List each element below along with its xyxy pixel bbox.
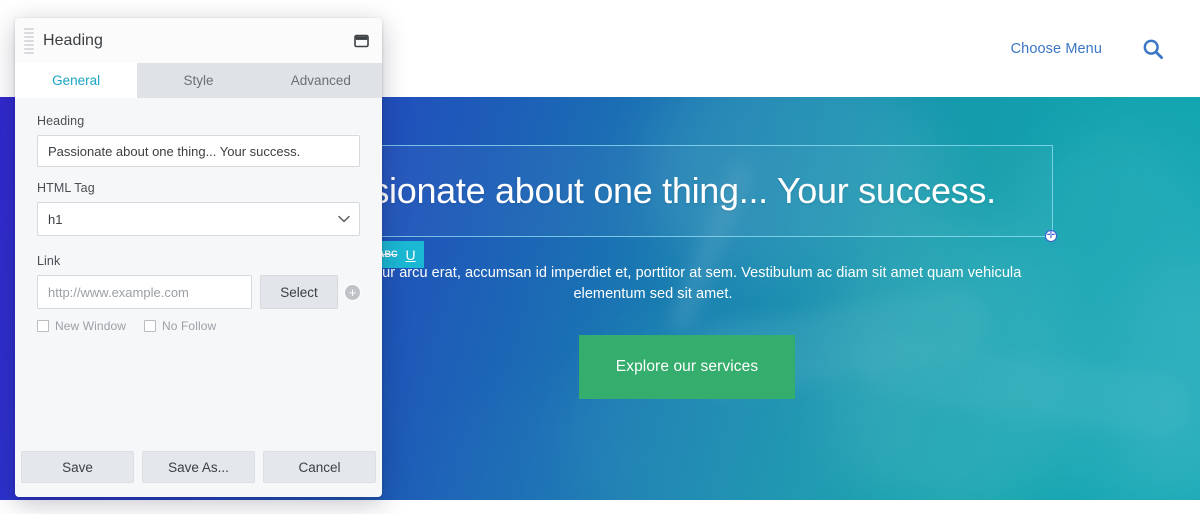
checkbox-box-icon[interactable] bbox=[144, 320, 157, 332]
drag-handle-icon[interactable] bbox=[21, 27, 37, 55]
link-add-icon[interactable]: + bbox=[345, 284, 360, 300]
heading-field-row bbox=[37, 135, 360, 167]
link-options: New Window No Follow bbox=[37, 319, 360, 333]
new-window-checkbox[interactable]: New Window bbox=[37, 319, 126, 333]
panel-footer: Save Save As... Cancel bbox=[15, 443, 382, 497]
choose-menu-link[interactable]: Choose Menu bbox=[1011, 41, 1102, 57]
checkbox-box-icon[interactable] bbox=[37, 320, 49, 332]
dock-window-icon[interactable] bbox=[352, 32, 370, 50]
search-icon[interactable] bbox=[1140, 36, 1166, 62]
save-as-button[interactable]: Save As... bbox=[142, 451, 255, 483]
no-follow-checkbox[interactable]: No Follow bbox=[144, 319, 216, 333]
html-tag-select[interactable] bbox=[37, 202, 360, 236]
heading-resize-handle[interactable]: ✛ bbox=[1045, 230, 1057, 242]
html-tag-field-label: HTML Tag bbox=[37, 181, 95, 195]
panel-tabs[interactable]: General Style Advanced bbox=[15, 63, 382, 98]
heading-settings-panel[interactable]: Heading General Style Advanced Heading H… bbox=[15, 18, 382, 497]
link-field-label: Link bbox=[37, 254, 61, 268]
link-input[interactable] bbox=[37, 275, 252, 309]
underline-icon[interactable]: U bbox=[406, 248, 416, 262]
tab-general[interactable]: General bbox=[15, 63, 138, 98]
heading-input[interactable] bbox=[37, 135, 360, 167]
cancel-button[interactable]: Cancel bbox=[263, 451, 376, 483]
tab-advanced[interactable]: Advanced bbox=[259, 63, 382, 98]
tab-style[interactable]: Style bbox=[137, 63, 260, 98]
link-field-row: Select + bbox=[37, 275, 360, 309]
panel-title: Heading bbox=[43, 31, 103, 49]
screen: Choose Menu Passionate about one thing..… bbox=[0, 0, 1200, 514]
link-select-button[interactable]: Select bbox=[260, 275, 338, 309]
explore-our-services-button[interactable]: Explore our services bbox=[579, 335, 795, 399]
no-follow-label: No Follow bbox=[162, 319, 217, 333]
html-tag-field-row bbox=[37, 202, 360, 236]
heading-field-label: Heading bbox=[37, 114, 85, 128]
panel-body: Heading HTML Tag Link Select + bbox=[15, 98, 382, 443]
save-button[interactable]: Save bbox=[21, 451, 134, 483]
new-window-label: New Window bbox=[55, 319, 127, 333]
panel-titlebar[interactable]: Heading bbox=[15, 18, 382, 63]
